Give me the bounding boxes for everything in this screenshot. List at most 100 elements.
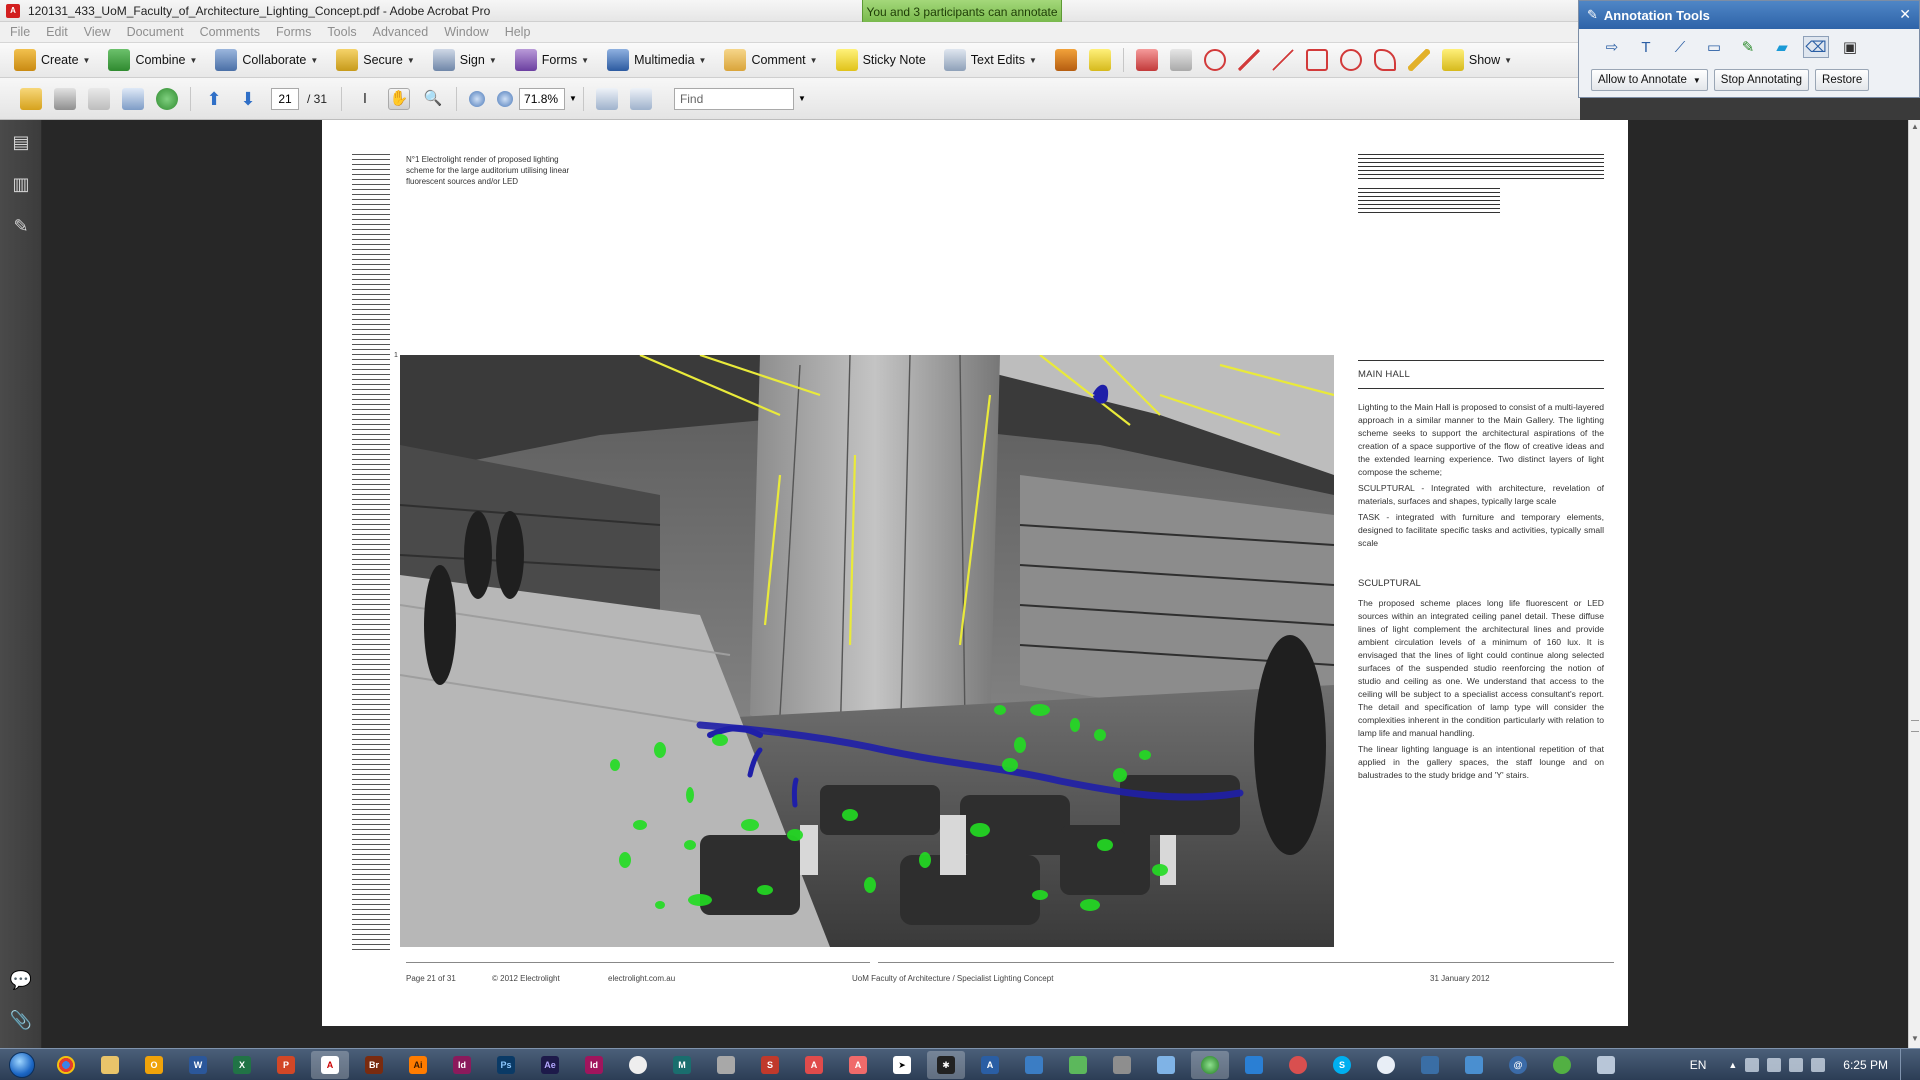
- powerpoint-taskbar-icon[interactable]: P: [267, 1051, 305, 1079]
- arrow-icon[interactable]: ⇨: [1599, 36, 1625, 58]
- print-icon[interactable]: [54, 87, 76, 110]
- fit-page-icon[interactable]: [595, 87, 618, 110]
- zoom-in-icon[interactable]: [497, 90, 514, 107]
- menu-comments[interactable]: Comments: [200, 25, 260, 39]
- bridge-taskbar-icon[interactable]: Br: [355, 1051, 393, 1079]
- show-desktop-button[interactable]: [1900, 1049, 1910, 1080]
- create-button[interactable]: Create ▼: [8, 46, 96, 74]
- word-taskbar-icon[interactable]: W: [179, 1051, 217, 1079]
- comment-button[interactable]: Comment ▼: [718, 46, 823, 74]
- multimedia-button[interactable]: Multimedia ▼: [601, 46, 712, 74]
- monitor-taskbar-icon[interactable]: [1587, 1051, 1625, 1079]
- at-sign-taskbar-icon[interactable]: @: [1499, 1051, 1537, 1079]
- collaborate-button[interactable]: Collaborate ▼: [209, 46, 324, 74]
- text-edits-button[interactable]: Text Edits ▼: [938, 46, 1043, 74]
- network-icon[interactable]: [1789, 1058, 1804, 1072]
- zoom-out-icon[interactable]: [469, 90, 486, 107]
- pencil-tool-icon[interactable]: [1407, 49, 1430, 71]
- page-number-input[interactable]: 21: [271, 87, 299, 110]
- bookmarks-icon[interactable]: ▥: [9, 174, 33, 198]
- line-icon[interactable]: ⟋: [1667, 36, 1693, 58]
- chrome-taskbar-icon[interactable]: [47, 1051, 85, 1079]
- tool-taskbar-icon[interactable]: [707, 1051, 745, 1079]
- vertical-scrollbar[interactable]: ▲ ▼: [1908, 120, 1920, 1048]
- menu-window[interactable]: Window: [444, 25, 488, 39]
- cursor-app-taskbar-icon[interactable]: ➤: [883, 1051, 921, 1079]
- remote-taskbar-icon[interactable]: [1015, 1051, 1053, 1079]
- map-taskbar-icon[interactable]: [1059, 1051, 1097, 1079]
- pencil-icon[interactable]: ✎: [1735, 36, 1761, 58]
- next-page-icon[interactable]: ⬇: [237, 88, 259, 110]
- chat-taskbar-icon[interactable]: [1367, 1051, 1405, 1079]
- zoom-dropdown-icon[interactable]: ▼: [569, 94, 577, 103]
- comments-panel-icon[interactable]: 💬: [9, 970, 33, 994]
- sign-button[interactable]: Sign ▼: [427, 46, 503, 74]
- stamp-icon[interactable]: [1054, 49, 1077, 71]
- highlight-icon[interactable]: [1135, 49, 1158, 71]
- highlighter-icon[interactable]: ▰: [1769, 36, 1795, 58]
- explorer-taskbar-icon[interactable]: [91, 1051, 129, 1079]
- 3dsmax-taskbar-icon[interactable]: M: [663, 1051, 701, 1079]
- skype-taskbar-icon[interactable]: S: [1323, 1051, 1361, 1079]
- aftereffects-taskbar-icon[interactable]: Ae: [531, 1051, 569, 1079]
- soccer-app-taskbar-icon[interactable]: [619, 1051, 657, 1079]
- media-taskbar-icon[interactable]: [1411, 1051, 1449, 1079]
- language-indicator[interactable]: EN: [1690, 1058, 1707, 1072]
- phone-taskbar-icon[interactable]: [1235, 1051, 1273, 1079]
- stop-annotating-button[interactable]: Stop Annotating: [1713, 69, 1810, 91]
- hand-tool-icon[interactable]: ✋: [388, 87, 411, 110]
- acrobat-taskbar-icon[interactable]: A: [311, 1050, 349, 1079]
- sketch-taskbar-icon[interactable]: A: [971, 1051, 1009, 1079]
- show-button[interactable]: Show ▼: [1436, 46, 1518, 74]
- acrobat-2-taskbar-icon[interactable]: A: [795, 1051, 833, 1079]
- line-tool-icon[interactable]: [1271, 49, 1294, 71]
- combine-button[interactable]: Combine ▼: [102, 46, 203, 74]
- sticky-note-button[interactable]: Sticky Note: [830, 46, 932, 74]
- restore-button[interactable]: Restore: [1815, 69, 1870, 91]
- close-icon[interactable]: ✕: [1899, 6, 1911, 23]
- clock[interactable]: 6:25 PM: [1843, 1058, 1888, 1072]
- indesign-taskbar-icon[interactable]: Id: [443, 1051, 481, 1079]
- cloud-shape-icon[interactable]: [1203, 49, 1226, 71]
- signatures-icon[interactable]: ✎: [9, 216, 33, 240]
- menu-file[interactable]: File: [10, 25, 30, 39]
- indesign-2-taskbar-icon[interactable]: Id: [575, 1051, 613, 1079]
- forms-button[interactable]: Forms ▼: [509, 46, 595, 74]
- rectangle-tool-icon[interactable]: [1305, 49, 1328, 71]
- menu-view[interactable]: View: [84, 25, 111, 39]
- menu-tools[interactable]: Tools: [327, 25, 356, 39]
- menu-advanced[interactable]: Advanced: [373, 25, 429, 39]
- flag-icon[interactable]: [1745, 1058, 1760, 1072]
- bug-taskbar-icon[interactable]: [1279, 1051, 1317, 1079]
- eraser-icon[interactable]: ⌫: [1803, 36, 1829, 58]
- arrow-tool-icon[interactable]: [1237, 49, 1260, 71]
- zoom-level-input[interactable]: 71.8%: [519, 87, 566, 110]
- scroll-up-icon[interactable]: ▲: [1910, 122, 1920, 134]
- polygon-tool-icon[interactable]: [1373, 49, 1396, 71]
- excel-taskbar-icon[interactable]: X: [223, 1051, 261, 1079]
- power-icon[interactable]: [1767, 1058, 1782, 1072]
- marquee-zoom-icon[interactable]: 🔍: [422, 88, 444, 110]
- show-hidden-icons-icon[interactable]: ▲: [1728, 1060, 1737, 1070]
- network-taskbar-icon[interactable]: [1147, 1051, 1185, 1079]
- alias-taskbar-icon[interactable]: ✱: [927, 1050, 965, 1079]
- find-input[interactable]: Find: [673, 87, 794, 110]
- open-folder-icon[interactable]: [20, 87, 42, 110]
- menu-edit[interactable]: Edit: [46, 25, 68, 39]
- secure-button[interactable]: Secure ▼: [330, 46, 421, 74]
- text-tool-icon[interactable]: T: [1633, 36, 1659, 58]
- start-button[interactable]: [0, 1049, 44, 1080]
- share-globe-icon[interactable]: [156, 87, 178, 110]
- illustrator-taskbar-icon[interactable]: Ai: [399, 1051, 437, 1079]
- oval-tool-icon[interactable]: [1339, 49, 1362, 71]
- find-dropdown-icon[interactable]: ▼: [798, 94, 806, 103]
- page-thumbnails-icon[interactable]: ▤: [9, 132, 33, 156]
- menu-forms[interactable]: Forms: [276, 25, 311, 39]
- document-viewport[interactable]: N°1 Electrolight render of proposed ligh…: [42, 120, 1912, 1048]
- save-snapshot-icon[interactable]: ▣: [1837, 36, 1863, 58]
- menu-document[interactable]: Document: [127, 25, 184, 39]
- attach-warning-icon[interactable]: [1088, 49, 1111, 71]
- menu-help[interactable]: Help: [505, 25, 531, 39]
- volume-icon[interactable]: [1811, 1058, 1826, 1072]
- globe-taskbar-icon[interactable]: [1191, 1050, 1229, 1079]
